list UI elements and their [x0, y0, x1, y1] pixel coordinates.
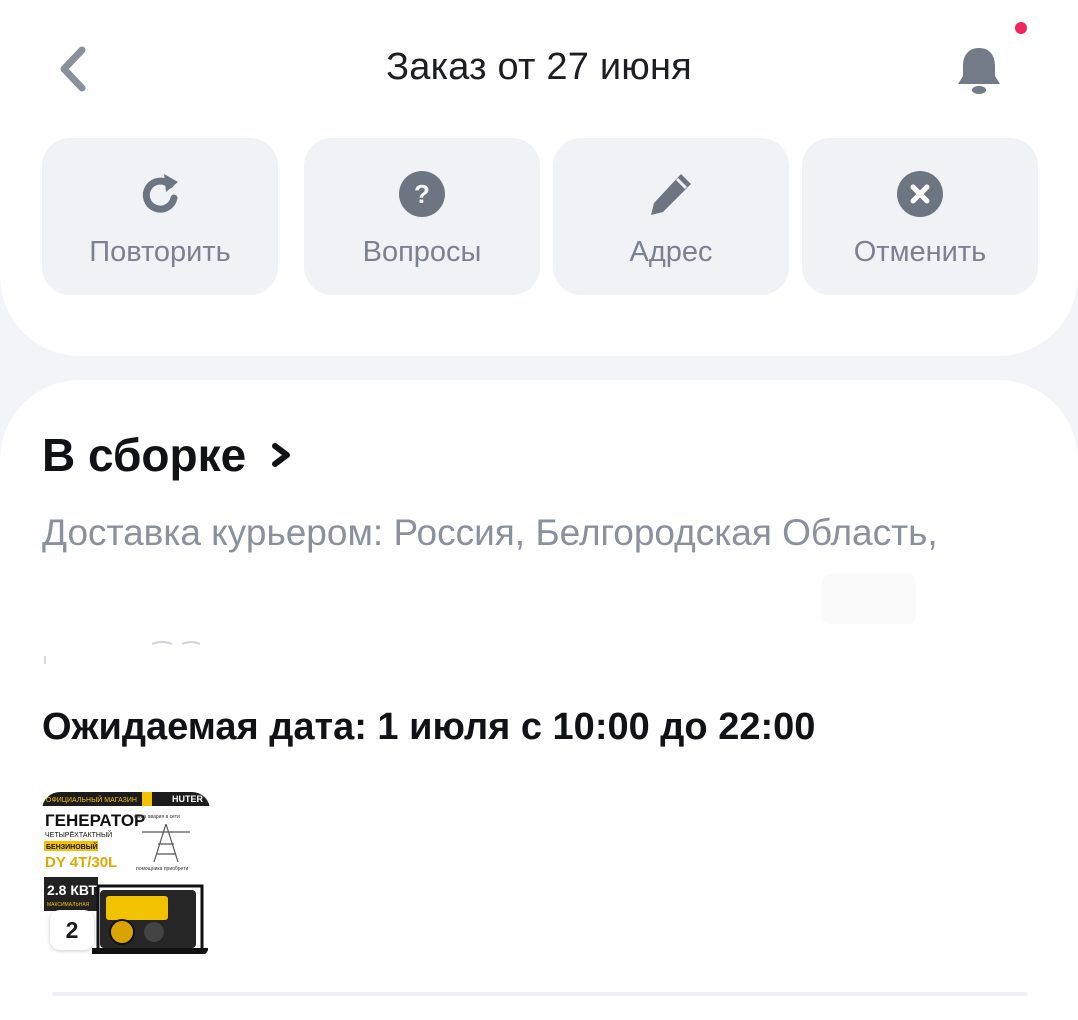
address-label: Адрес	[629, 236, 713, 268]
svg-text:ОФИЦИАЛЬНЫЙ МАГАЗИН: ОФИЦИАЛЬНЫЙ МАГАЗИН	[46, 795, 137, 804]
svg-text:HUTER: HUTER	[172, 794, 203, 804]
repeat-label: Повторить	[89, 236, 231, 268]
svg-text:когда авария в сети: когда авария в сети	[134, 814, 180, 820]
pencil-icon	[651, 174, 691, 215]
svg-text:ГЕНЕРАТОР: ГЕНЕРАТОР	[45, 811, 145, 830]
question-icon: ?	[399, 171, 445, 217]
address-button[interactable]: Адрес	[553, 138, 789, 295]
cancel-button[interactable]: Отменить	[802, 138, 1038, 295]
expected-date: Ожидаемая дата: 1 июля с 10:00 до 22:00	[42, 706, 816, 748]
notification-dot	[1015, 22, 1027, 34]
redacted-text	[44, 641, 201, 664]
redacted-area	[822, 574, 916, 624]
quantity-badge: 2	[50, 910, 94, 950]
svg-text:?: ?	[414, 179, 430, 209]
repeat-button[interactable]: Повторить	[42, 138, 278, 295]
questions-button[interactable]: ? Вопросы	[304, 138, 540, 295]
order-status[interactable]: В сборке	[42, 428, 294, 482]
delivery-address: Доставка курьером: Россия, Белгородская …	[42, 512, 938, 553]
svg-text:БЕНЗИНОВЫЙ: БЕНЗИНОВЫЙ	[46, 842, 98, 851]
questions-label: Вопросы	[362, 236, 482, 268]
repeat-icon	[142, 174, 178, 213]
svg-text:МАКСИМАЛЬНАЯ: МАКСИМАЛЬНАЯ	[47, 902, 90, 908]
divider	[52, 992, 1028, 996]
page-title: Заказ от 27 июня	[386, 46, 692, 88]
order-actions: Повторить ? Вопросы Адрес Отменить	[42, 138, 1038, 295]
svg-text:DY 4T/30L: DY 4T/30L	[45, 854, 117, 871]
svg-text:помощника приобрети: помощника приобрети	[136, 866, 188, 872]
svg-text:ЧЕТЫРЁХТАКТНЫЙ: ЧЕТЫРЁХТАКТНЫЙ	[45, 830, 112, 839]
order-status-label: В сборке	[42, 429, 247, 481]
svg-text:2.8 КВТ: 2.8 КВТ	[47, 882, 97, 898]
cancel-icon	[897, 171, 943, 217]
chevron-right-icon	[272, 443, 291, 467]
cancel-label: Отменить	[853, 236, 987, 268]
bell-icon[interactable]	[954, 42, 1004, 98]
